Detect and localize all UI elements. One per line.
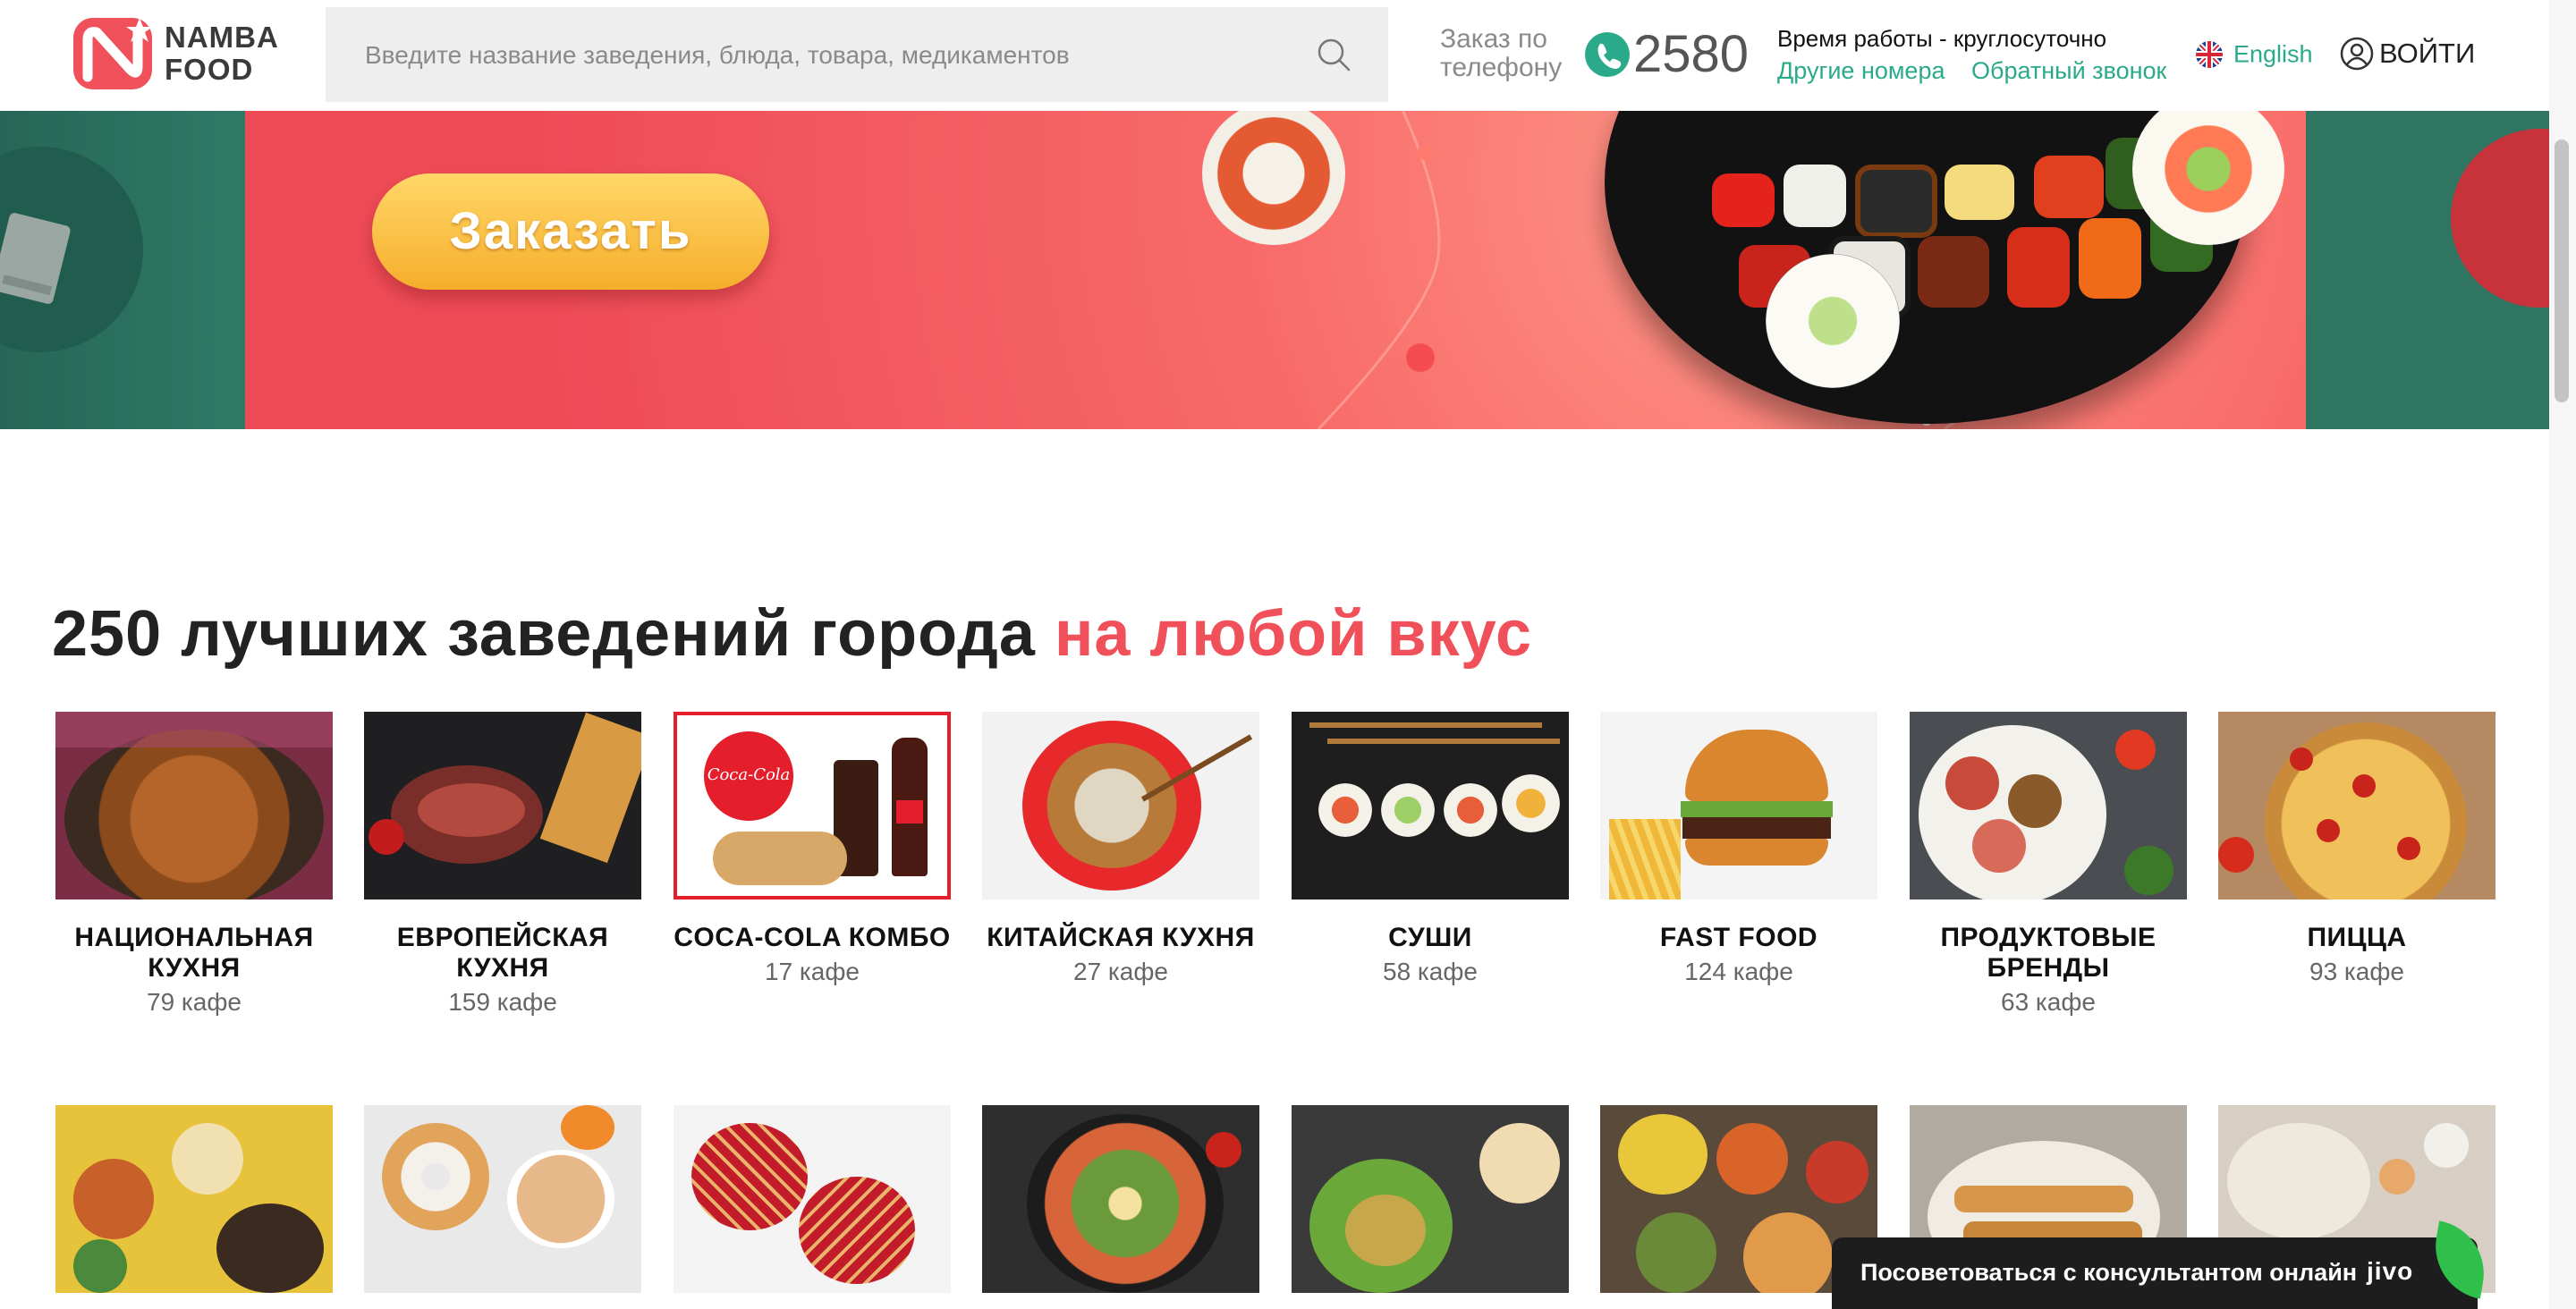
language-switch[interactable]: English [2196, 39, 2313, 68]
promo-banner[interactable]: Заказать [0, 111, 2549, 429]
page-scrollbar[interactable] [2549, 0, 2576, 1309]
category-product-brands[interactable]: ПРОДУКТОВЫЕ БРЕНДЫ 63 кафе [1910, 712, 2187, 1018]
category-name: КИТАЙСКАЯ КУХНЯ [987, 923, 1255, 952]
online-consultant-widget[interactable]: Посоветоваться с консультантом онлайн ji… [1832, 1220, 2493, 1309]
section-title: 250 лучших заведений города на любой вку… [52, 597, 1532, 671]
category-image [1600, 712, 1877, 899]
category-image [1292, 712, 1569, 899]
section-title-accent: на любой вкус [1054, 598, 1533, 670]
namba-food-logo[interactable]: NAMBA FOOD [72, 14, 295, 93]
category-card[interactable] [674, 1105, 951, 1293]
category-image [2218, 712, 2496, 899]
previous-slide-peek[interactable] [0, 111, 245, 429]
site-header: NAMBA FOOD Заказ по телефону 2580 Время … [0, 0, 2549, 111]
category-count: 58 кафе [1383, 958, 1478, 985]
section-title-main: 250 лучших заведений города [52, 598, 1036, 670]
category-name: COCA-COLA КОМБО [674, 923, 951, 952]
category-count: 17 кафе [765, 958, 860, 985]
book-icon [0, 213, 71, 304]
callback-link[interactable]: Обратный звонок [1971, 57, 2166, 85]
category-image [364, 712, 641, 899]
consultant-label: Посоветоваться с консультантом онлайн [1860, 1259, 2358, 1286]
search-icon[interactable] [1315, 36, 1352, 73]
other-numbers-link[interactable]: Другие номера [1777, 57, 1945, 85]
category-image [55, 1105, 333, 1293]
category-coca-cola-combo[interactable]: Coca-Cola COCA-COLA КОМБО 17 кафе [674, 712, 951, 987]
logo-text: NAMBA FOOD [165, 21, 279, 86]
namba-food-logo-icon [73, 18, 153, 89]
category-european-cuisine[interactable]: ЕВРОПЕЙСКАЯ КУХНЯ 159 кафе [364, 712, 641, 1018]
category-card[interactable] [55, 1105, 333, 1293]
category-national-cuisine[interactable]: НАЦИОНАЛЬНАЯ КУХНЯ 79 кафе [55, 712, 333, 1018]
category-count: 27 кафе [1073, 958, 1168, 985]
login-button[interactable]: ВОЙТИ [2340, 36, 2475, 72]
language-label: English [2233, 40, 2313, 68]
category-image [1910, 712, 2187, 899]
coca-cola-logo-text: Coca-Cola [707, 765, 791, 784]
category-count: 79 кафе [147, 988, 242, 1016]
category-card[interactable] [1292, 1105, 1569, 1293]
category-card[interactable] [982, 1105, 1259, 1293]
category-name: ПИЦЦА [2307, 923, 2407, 952]
category-image: Coca-Cola [674, 712, 951, 899]
next-slide-peek[interactable] [2306, 111, 2549, 429]
category-card[interactable] [364, 1105, 641, 1293]
category-image [364, 1105, 641, 1293]
phone-order-caption: Заказ по телефону [1440, 24, 1563, 82]
category-name: ЕВРОПЕЙСКАЯ КУХНЯ [396, 923, 609, 983]
category-pizza[interactable]: ПИЦЦА 93 кафе [2218, 712, 2496, 987]
user-icon [2340, 37, 2374, 71]
jivo-logo: jivo [2367, 1257, 2414, 1285]
category-sushi[interactable]: СУШИ 58 кафе [1292, 712, 1569, 987]
category-chinese-cuisine[interactable]: КИТАЙСКАЯ КУХНЯ 27 кафе [982, 712, 1259, 987]
category-count: 93 кафе [2309, 958, 2404, 985]
category-image [1292, 1105, 1569, 1293]
category-name: ПРОДУКТОВЫЕ БРЕНДЫ [1940, 923, 2157, 983]
scrollbar-thumb[interactable] [2555, 139, 2569, 402]
category-image [982, 1105, 1259, 1293]
category-count: 63 кафе [2001, 988, 2096, 1016]
phone-number[interactable]: 2580 [1633, 25, 1749, 84]
phone-icon [1585, 32, 1630, 77]
search-bar [326, 7, 1388, 104]
order-button[interactable]: Заказать [372, 173, 769, 290]
category-count: 124 кафе [1684, 958, 1793, 985]
category-image [55, 712, 333, 899]
category-name: FAST FOOD [1659, 923, 1818, 952]
category-image [982, 712, 1259, 899]
search-input[interactable] [363, 7, 1279, 104]
login-label: ВОЙТИ [2379, 37, 2476, 69]
category-fast-food[interactable]: FAST FOOD 124 кафе [1600, 712, 1877, 987]
category-image [674, 1105, 951, 1293]
uk-flag-icon [2196, 40, 2223, 68]
category-count: 159 кафе [448, 988, 557, 1016]
work-hours: Время работы - круглосуточно [1777, 25, 2107, 52]
category-name: СУШИ [1388, 923, 1472, 952]
category-name: НАЦИОНАЛЬНАЯ КУХНЯ [74, 923, 314, 983]
